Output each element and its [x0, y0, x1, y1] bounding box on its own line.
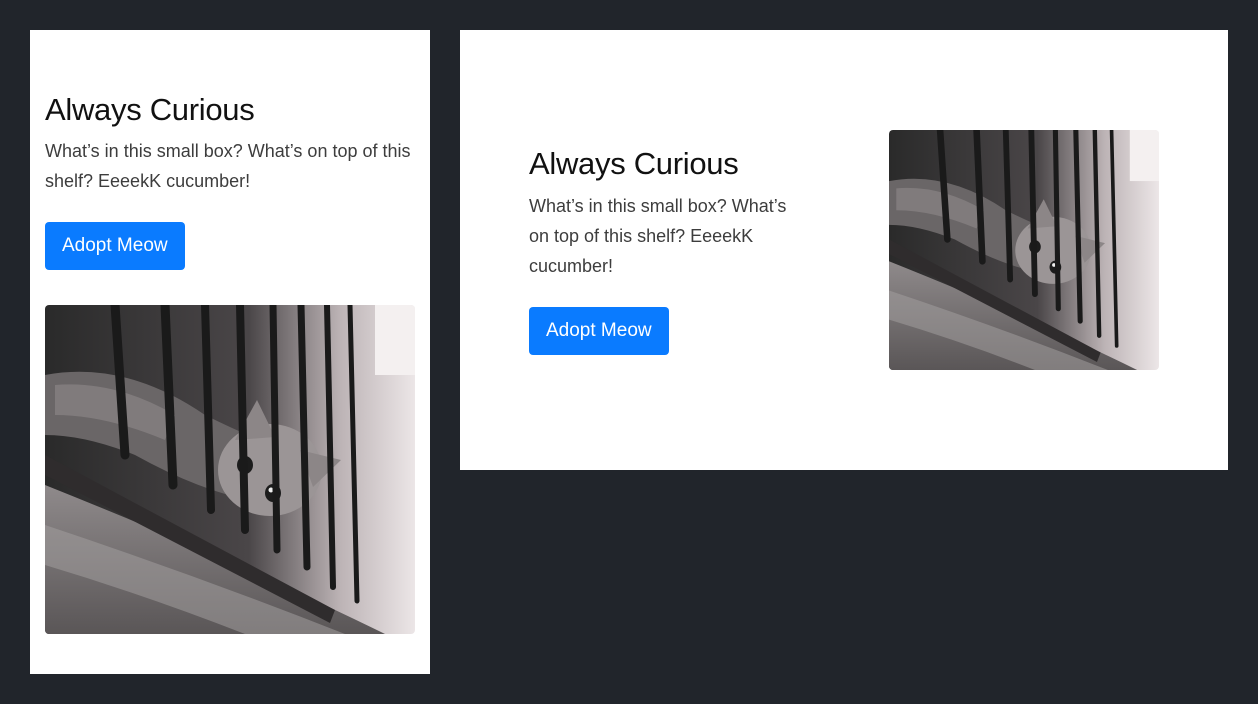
card-description: What’s in this small box? What’s on top … [529, 196, 787, 276]
card-title: Always Curious [529, 146, 739, 181]
cat-photo [889, 130, 1159, 370]
adopt-meow-button[interactable]: Adopt Meow [529, 307, 669, 355]
desktop-preview-panel: Always Curious What’s in this small box?… [460, 30, 1228, 470]
adopt-meow-button[interactable]: Adopt Meow [45, 222, 185, 270]
cat-photo-illustration [45, 305, 415, 634]
card-title: Always Curious [45, 92, 255, 127]
cat-photo-illustration [889, 130, 1159, 370]
card-description: What’s in this small box? What’s on top … [45, 141, 411, 191]
cat-photo [45, 305, 415, 634]
mobile-preview-panel: Always Curious What’s in this small box?… [30, 30, 430, 674]
